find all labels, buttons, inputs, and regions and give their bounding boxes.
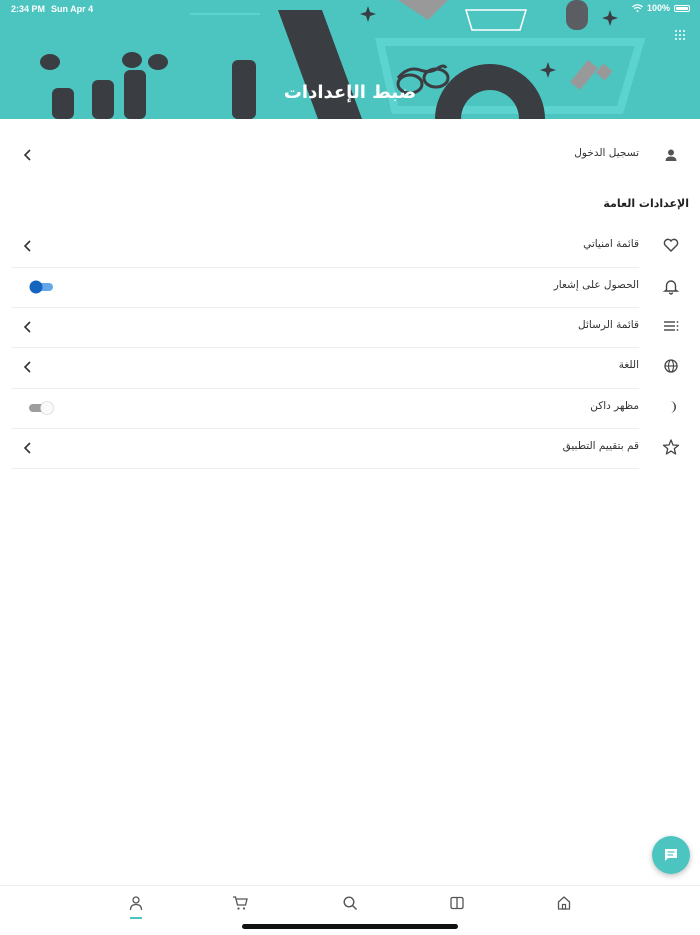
language-row[interactable]: اللغة xyxy=(11,347,639,387)
tab-home[interactable] xyxy=(556,895,572,911)
dark-mode-label: مظهر داكن xyxy=(590,400,639,412)
header-banner: 2:34 PM Sun Apr 4 100% ضبط الإعدادات xyxy=(0,0,700,119)
rate-app-label: قم بتقييم التطبيق xyxy=(562,440,639,452)
person-icon xyxy=(665,149,677,161)
messages-row[interactable]: قائمة الرسائل xyxy=(11,307,639,347)
tab-profile[interactable] xyxy=(128,895,144,911)
chat-button[interactable] xyxy=(652,836,690,874)
rate-app-row[interactable]: قم بتقييم التطبيق xyxy=(11,428,639,468)
chevron-left-icon xyxy=(23,240,31,252)
home-icon xyxy=(557,896,571,910)
page-title: ضبط الإعدادات xyxy=(283,82,417,103)
battery-percent: 100% xyxy=(646,3,670,13)
wifi-icon xyxy=(632,4,643,12)
login-label: تسجيل الدخول xyxy=(574,147,639,159)
wishlist-label: قائمة امنياتي xyxy=(583,238,639,250)
book-icon xyxy=(450,896,464,910)
chevron-left-icon xyxy=(23,321,31,333)
status-bar: 2:34 PM Sun Apr 4 100% xyxy=(0,0,700,18)
divider xyxy=(11,468,639,469)
bell-icon xyxy=(662,280,680,295)
dark-mode-toggle[interactable] xyxy=(28,400,54,416)
home-indicator xyxy=(242,924,458,929)
globe-icon xyxy=(664,359,678,373)
dark-mode-row: مظهر داكن xyxy=(11,388,639,428)
chat-icon xyxy=(665,849,677,861)
active-tab-indicator xyxy=(130,917,142,919)
heart-icon xyxy=(663,238,679,252)
person-icon xyxy=(129,896,143,911)
status-time: 2:34 PM xyxy=(11,4,46,14)
chevron-left-icon xyxy=(23,442,31,454)
grid-icon[interactable] xyxy=(674,29,686,41)
moon-icon xyxy=(670,401,676,413)
login-row[interactable]: تسجيل الدخول xyxy=(11,135,639,175)
status-date: Sun Apr 4 xyxy=(51,4,94,14)
tab-search[interactable] xyxy=(342,895,358,911)
chevron-left-icon xyxy=(23,149,31,161)
star-icon xyxy=(662,439,680,455)
battery-icon xyxy=(674,4,690,12)
messages-label: قائمة الرسائل xyxy=(578,319,639,331)
notifications-toggle[interactable] xyxy=(28,279,54,295)
wishlist-row[interactable]: قائمة امنياتي xyxy=(11,226,639,266)
status-right: 100% xyxy=(632,3,690,13)
section-title: الإعدادات العامة xyxy=(603,197,689,210)
notifications-row: الحصول على إشعار xyxy=(11,267,639,307)
list-icon xyxy=(664,321,679,331)
search-icon xyxy=(343,896,358,911)
tab-catalog[interactable] xyxy=(449,895,465,911)
notifications-label: الحصول على إشعار xyxy=(553,279,639,291)
chevron-left-icon xyxy=(23,361,31,373)
language-label: اللغة xyxy=(618,359,639,371)
cart-icon xyxy=(233,896,248,910)
tab-cart[interactable] xyxy=(232,895,248,911)
